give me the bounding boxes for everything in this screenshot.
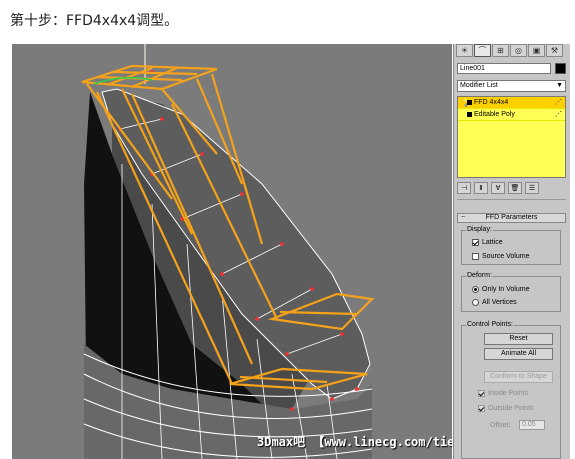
step-caption: 第十步：FFD4x4x4调型。 bbox=[10, 13, 179, 29]
only-in-volume-radio[interactable] bbox=[472, 286, 479, 293]
modifier-stack: 💡 FFD 4x4x4 ⋰ Editable Poly ⋰ bbox=[457, 96, 566, 178]
inside-points-checkbox[interactable] bbox=[478, 390, 485, 397]
motion-icon[interactable]: ◎ bbox=[510, 44, 527, 57]
object-name-field[interactable]: Line001 bbox=[457, 63, 551, 74]
stack-item-label: FFD 4x4x4 bbox=[474, 99, 509, 106]
outside-points-checkbox[interactable] bbox=[478, 405, 485, 412]
sun-icon[interactable]: ☀ bbox=[456, 44, 473, 57]
inside-points-label: Inside Points bbox=[488, 390, 529, 397]
dots-icon: ⋰ bbox=[555, 111, 562, 118]
animate-all-button[interactable]: Animate All bbox=[484, 348, 553, 360]
reset-button[interactable]: Reset bbox=[484, 333, 553, 345]
display-group: Display: Lattice Source Volume bbox=[461, 226, 561, 265]
display-group-label: Display: bbox=[466, 226, 493, 234]
modifier-list-label: Modifier List bbox=[460, 82, 498, 89]
control-points-group: Control Points: Reset Animate All Confor… bbox=[461, 321, 561, 459]
all-vertices-label: All Vertices bbox=[482, 299, 517, 306]
stack-toolbar: ⊣ Ⅱ ∀ 🗑 ☰ bbox=[457, 181, 566, 195]
modify-arc-icon[interactable]: ⌒ bbox=[474, 44, 491, 57]
lattice-checkbox[interactable] bbox=[472, 239, 479, 246]
offset-label: Offset: bbox=[490, 422, 511, 429]
pin-stack-icon[interactable]: ⊣ bbox=[457, 182, 471, 194]
watermark: 3Dmax吧 【www.linecg.com/tieba/1771】 bbox=[257, 435, 452, 449]
viewport-scene bbox=[81, 44, 375, 459]
chevron-down-icon: ▼ bbox=[556, 82, 563, 89]
stack-item-label: Editable Poly bbox=[474, 111, 515, 118]
3d-viewport[interactable]: 3Dmax吧 【www.linecg.com/tieba/1771】 bbox=[12, 44, 452, 459]
configure-sets-icon[interactable]: ☰ bbox=[525, 182, 539, 194]
lattice-label: Lattice bbox=[482, 239, 503, 246]
remove-modifier-icon[interactable]: 🗑 bbox=[508, 182, 522, 194]
show-end-result-icon[interactable]: Ⅱ bbox=[474, 182, 488, 194]
divider bbox=[457, 199, 566, 200]
source-volume-option[interactable]: Source Volume bbox=[472, 252, 529, 261]
lattice-option[interactable]: Lattice bbox=[472, 238, 503, 247]
only-in-volume-label: Only In Volume bbox=[482, 286, 530, 293]
offset-spinner[interactable]: 0.05 bbox=[519, 420, 545, 430]
all-vertices-option[interactable]: All Vertices bbox=[472, 298, 517, 307]
stack-item-ffd[interactable]: 💡 FFD 4x4x4 ⋰ bbox=[458, 97, 565, 109]
outside-points-option[interactable]: Outside Points bbox=[478, 404, 534, 413]
expand-icon[interactable] bbox=[467, 112, 472, 117]
utilities-hammer-icon[interactable]: ⚒ bbox=[546, 44, 563, 57]
only-in-volume-option[interactable]: Only In Volume bbox=[472, 285, 529, 294]
command-panel-toolbar: ☀ ⌒ ⊞ ◎ ▣ ⚒ bbox=[456, 44, 568, 58]
collapse-icon: − bbox=[461, 214, 466, 221]
dots-icon: ⋰ bbox=[555, 99, 562, 106]
all-vertices-radio[interactable] bbox=[472, 299, 479, 306]
hierarchy-icon[interactable]: ⊞ bbox=[492, 44, 509, 57]
display-icon[interactable]: ▣ bbox=[528, 44, 545, 57]
source-volume-checkbox[interactable] bbox=[472, 253, 479, 260]
command-panel: ☀ ⌒ ⊞ ◎ ▣ ⚒ Line001 Modifier List ▼ 💡 FF… bbox=[453, 44, 570, 459]
stack-item-editable-poly[interactable]: Editable Poly ⋰ bbox=[458, 109, 565, 121]
object-color-swatch[interactable] bbox=[555, 63, 566, 74]
rollout-title-label: FFD Parameters bbox=[485, 214, 538, 221]
deform-group: Deform: Only In Volume All Vertices bbox=[461, 272, 561, 312]
outside-points-label: Outside Points bbox=[488, 405, 534, 412]
deform-group-label: Deform: bbox=[466, 272, 493, 280]
ffd-parameters-rollout[interactable]: − FFD Parameters bbox=[457, 213, 566, 223]
inside-points-option[interactable]: Inside Points bbox=[478, 389, 528, 398]
source-volume-label: Source Volume bbox=[482, 253, 530, 260]
expand-icon[interactable] bbox=[467, 100, 472, 105]
make-unique-icon[interactable]: ∀ bbox=[491, 182, 505, 194]
modifier-list-dropdown[interactable]: Modifier List ▼ bbox=[457, 80, 566, 92]
control-points-group-label: Control Points: bbox=[466, 321, 514, 329]
conform-to-shape-button[interactable]: Conform to Shape bbox=[484, 371, 553, 383]
